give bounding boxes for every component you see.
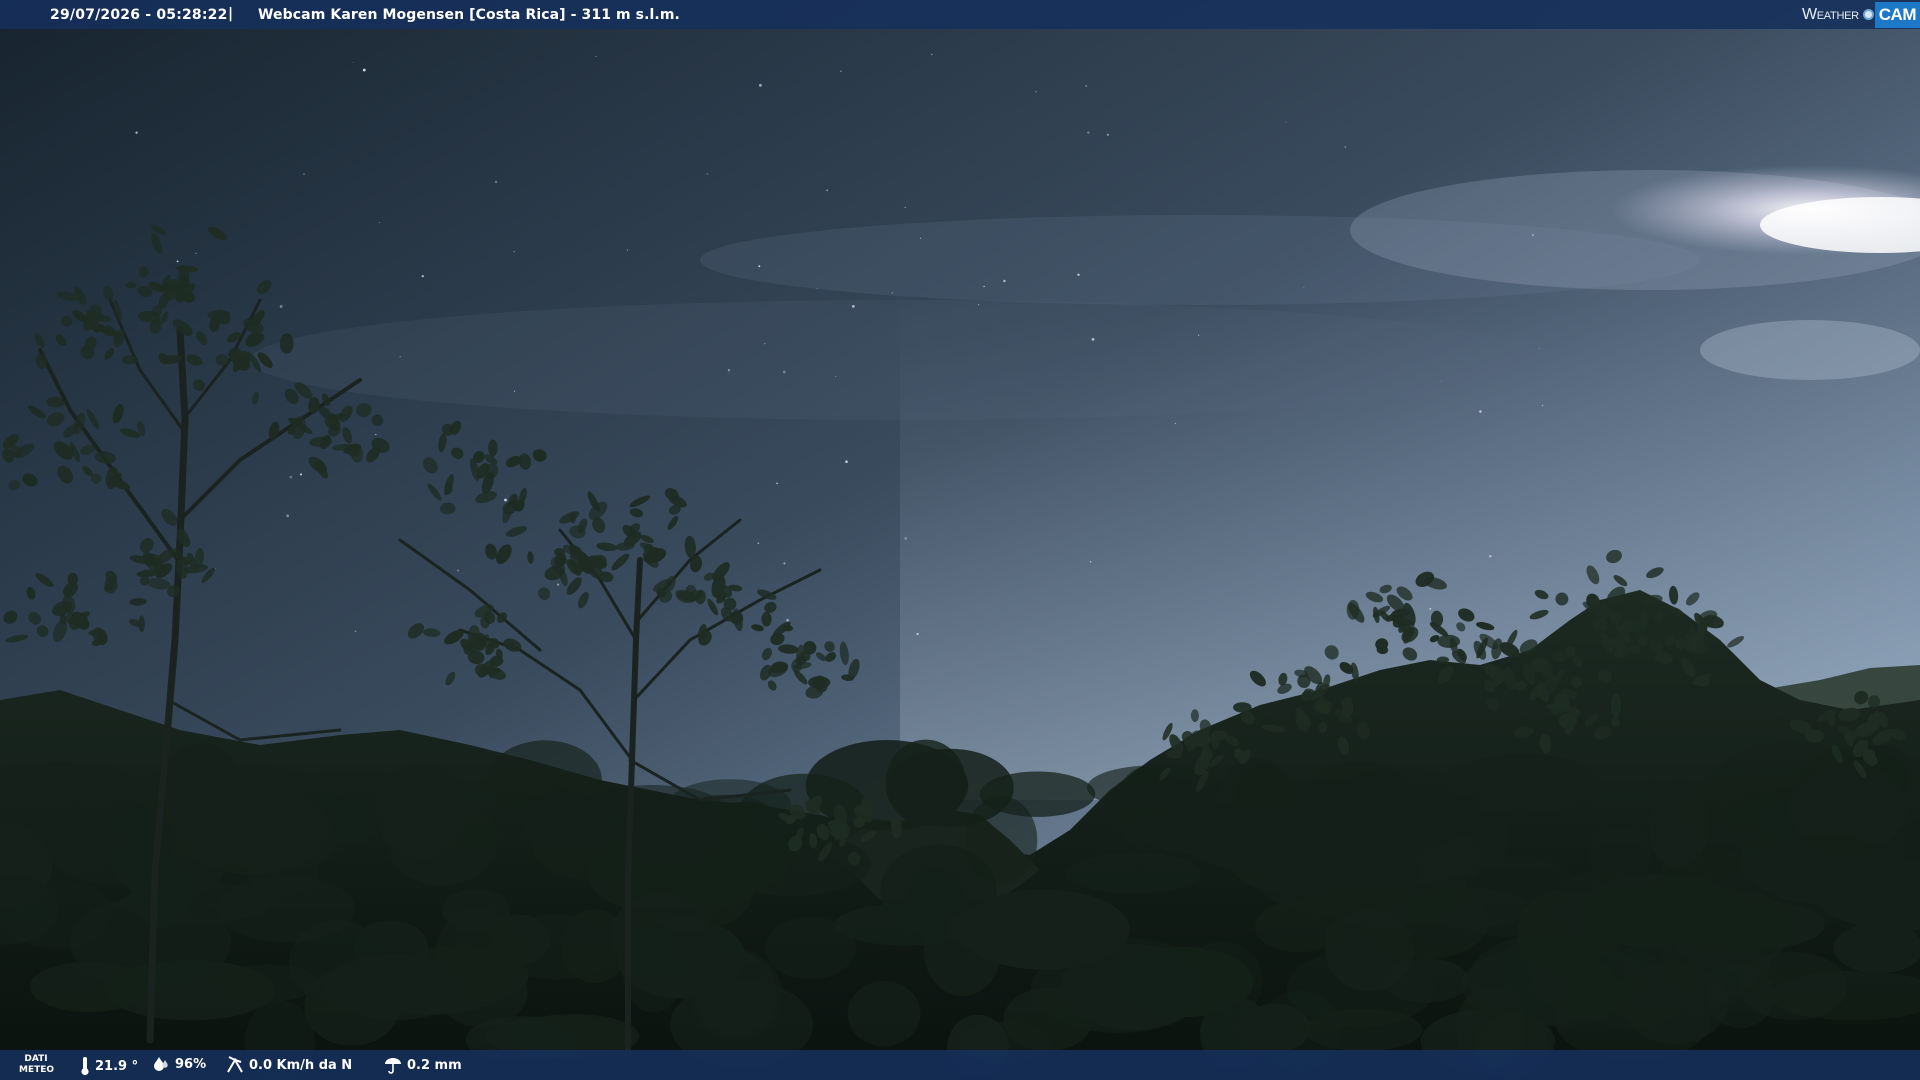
weather-data-label: DATI METEO bbox=[19, 1054, 55, 1076]
timestamp: 29/07/2026 - 05:28:22 bbox=[50, 7, 228, 23]
temperature-readout: 21.9 ° bbox=[80, 1056, 138, 1076]
top-info-bar: 29/07/2026 - 05:28:22 | Webcam Karen Mog… bbox=[0, 0, 1920, 29]
rain-value: 0.2 mm bbox=[407, 1057, 462, 1073]
rain-readout: 0.2 mm bbox=[384, 1056, 462, 1074]
logo-weather-text: Weather bbox=[1801, 5, 1859, 23]
logo-cam-text: CAM bbox=[1874, 1, 1920, 28]
wind-readout: 0.0 Km/h da N bbox=[226, 1056, 352, 1074]
separator: | bbox=[228, 6, 234, 22]
humidity-icon bbox=[154, 1057, 168, 1071]
humidity-readout: 96% bbox=[152, 1056, 206, 1072]
weather-data-label-line1: DATI bbox=[24, 1054, 48, 1064]
temperature-value: 21.9 ° bbox=[95, 1058, 139, 1074]
wind-icon bbox=[227, 1056, 243, 1073]
webcam-image bbox=[0, 0, 1920, 1080]
weathercam-logo: Weather CAM bbox=[1802, 0, 1920, 29]
bottom-weather-bar: DATI METEO 21.9 ° 96% 0.0 Km/h da N 0.2 … bbox=[0, 1050, 1920, 1080]
webcam-title: Webcam Karen Mogensen [Costa Rica] - 311… bbox=[258, 7, 680, 23]
rain-icon bbox=[385, 1058, 401, 1074]
wind-value: 0.0 Km/h da N bbox=[249, 1057, 353, 1073]
thermometer-icon bbox=[81, 1057, 89, 1076]
humidity-value: 96% bbox=[175, 1056, 207, 1072]
weather-data-label-line2: METEO bbox=[19, 1065, 55, 1075]
camera-lens-icon bbox=[1862, 9, 1874, 20]
webcam-view: 29/07/2026 - 05:28:22 | Webcam Karen Mog… bbox=[0, 0, 1920, 1080]
